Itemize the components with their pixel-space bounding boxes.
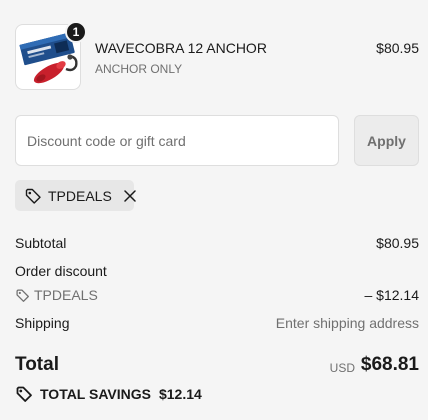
total-currency: USD	[329, 361, 355, 375]
applied-discount-tag: TPDEALS	[15, 180, 137, 211]
apply-discount-button[interactable]: Apply	[354, 115, 419, 166]
total-row: Total USD $68.81	[15, 354, 419, 380]
subtotal-value: $80.95	[376, 235, 419, 251]
product-variant: ANCHOR ONLY	[95, 62, 183, 76]
total-savings-row: TOTAL SAVINGS $12.14	[15, 384, 202, 404]
product-price: $80.95	[376, 40, 419, 56]
total-amount: $68.81	[360, 354, 419, 375]
total-savings-value: $12.14	[158, 386, 202, 402]
discount-code-input[interactable]	[15, 115, 339, 166]
product-title: WAVECOBRA 12 ANCHOR	[95, 40, 267, 56]
total-label: Total	[15, 354, 59, 375]
shipping-row: Shipping Enter shipping address	[15, 315, 419, 335]
subtotal-row: Subtotal $80.95	[15, 235, 419, 255]
product-thumbnail: 1	[15, 21, 87, 90]
subtotal-label: Subtotal	[15, 235, 67, 251]
quantity-badge: 1	[65, 21, 87, 43]
applied-discount-code: TPDEALS	[48, 187, 112, 204]
discount-tag-icon	[15, 288, 30, 303]
discount-amount: – $12.14	[364, 287, 420, 303]
discount-code-label: TPDEALS	[34, 287, 98, 303]
remove-discount-icon[interactable]	[123, 189, 137, 203]
order-discount-row: Order discount	[15, 263, 419, 283]
order-discount-label: Order discount	[15, 263, 107, 279]
shipping-value: Enter shipping address	[275, 315, 419, 331]
savings-tag-icon	[15, 385, 33, 403]
tag-icon	[24, 187, 42, 205]
discount-code-row: TPDEALS – $12.14	[15, 287, 419, 305]
shipping-label: Shipping	[15, 315, 70, 331]
total-savings-label: TOTAL SAVINGS	[40, 386, 151, 402]
line-item: 1 WAVECOBRA 12 ANCHOR ANCHOR ONLY $80.95	[15, 21, 419, 92]
